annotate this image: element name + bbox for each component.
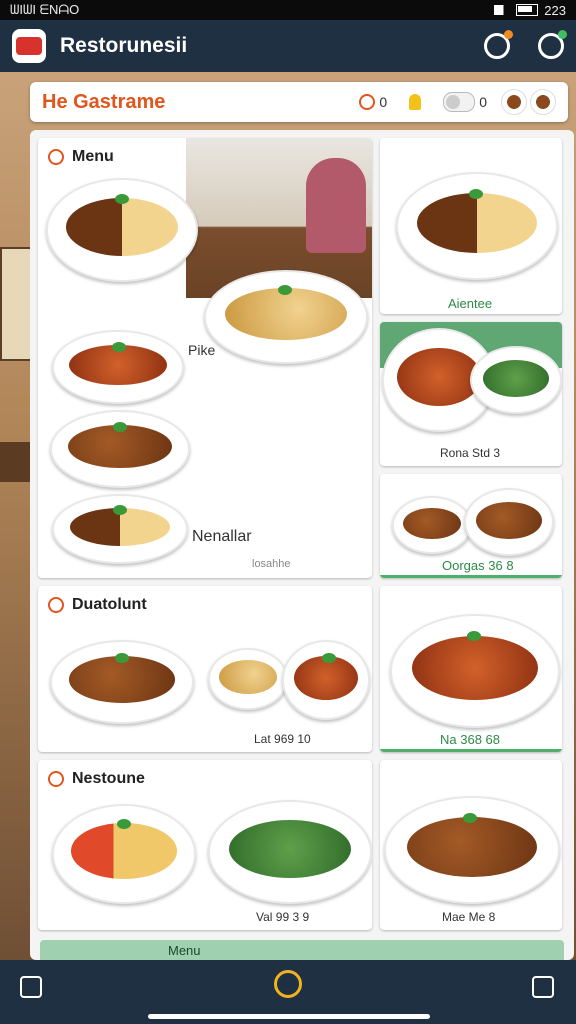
wall-poster: [0, 247, 34, 361]
dish-thumbnail[interactable]: [530, 89, 556, 115]
dish-lentils[interactable]: [50, 640, 194, 724]
dish-kebab[interactable]: [390, 614, 560, 728]
settings-icon[interactable]: [538, 30, 567, 59]
share-icon[interactable]: [532, 976, 554, 998]
dish-bread-veg[interactable]: [208, 800, 372, 904]
dish-curry[interactable]: [50, 410, 190, 488]
status-time: 223: [544, 2, 566, 18]
dish-mushrooms[interactable]: [208, 648, 288, 710]
toggle-switch[interactable]: [443, 92, 476, 112]
status-bar: ᗯIᗯI ᗴNᗩO 223: [0, 0, 576, 20]
center-action-icon[interactable]: [274, 970, 302, 998]
clock-icon: [359, 94, 376, 110]
section2-title: Duatolunt: [72, 596, 147, 613]
menu-icon: [48, 149, 64, 165]
dish-stew[interactable]: [464, 488, 554, 556]
dish-card-sec3[interactable]: Mae Me 8: [380, 760, 562, 930]
timer-icon[interactable]: [484, 30, 513, 59]
dish-sausage[interactable]: [52, 494, 188, 564]
section-card-2[interactable]: Duatolunt Lat 969 10: [38, 586, 372, 752]
menu-title: Menu: [72, 148, 114, 165]
dish-card-low[interactable]: Oorgas 36 8: [380, 474, 562, 578]
dish-chicken[interactable]: [282, 640, 370, 720]
signal-icon: [494, 5, 511, 15]
section-icon: [48, 597, 64, 613]
dish-fish[interactable]: [52, 330, 184, 404]
app-title: Restorunesii: [60, 34, 188, 57]
label-nenalar: Nenallar: [192, 528, 252, 545]
dish-pasta-salad[interactable]: [52, 804, 196, 904]
dish-card-top[interactable]: Aientee: [380, 138, 562, 314]
home-indicator[interactable]: [148, 1014, 430, 1019]
timer-value: 0: [379, 94, 388, 110]
dish-rice-meatballs[interactable]: [396, 172, 558, 280]
table: [0, 442, 30, 482]
dish-card-mid[interactable]: Rona Std 3: [380, 322, 562, 466]
app-logo[interactable]: [12, 29, 46, 63]
bottom-nav: [0, 960, 576, 1024]
battery-icon: [516, 4, 539, 16]
card-accent-bar: [380, 749, 562, 752]
chef-figure: [306, 158, 366, 253]
peek-label: Menu: [168, 943, 201, 958]
card-accent-bar: [380, 575, 562, 578]
section2-caption: Lat 969 10: [254, 732, 311, 746]
dish-noodles[interactable]: [46, 178, 198, 282]
dish-salad[interactable]: [470, 346, 562, 414]
dish-rice[interactable]: [204, 270, 368, 364]
dish-thumbnail[interactable]: [501, 89, 527, 115]
section3-title: Nestoune: [72, 770, 145, 787]
dish-beef-stirfry[interactable]: [384, 796, 560, 904]
dish-beans[interactable]: [392, 496, 472, 554]
menu-panel: Menu Pike Nenallar losahhe Aientee Rona …: [30, 130, 574, 960]
header-title: He Gastrame: [42, 90, 166, 113]
dish-caption-top: Aientee: [448, 296, 493, 311]
label-pike: Pike: [188, 342, 216, 358]
menu-caption: losahhe: [252, 558, 291, 570]
toggle-control[interactable]: 0: [443, 92, 487, 112]
menu-title-row: Menu: [48, 148, 114, 166]
section2-caption-right: Na 368 68: [440, 732, 500, 747]
dish-card-sec2[interactable]: Na 368 68: [380, 586, 562, 752]
header-card: He Gastrame 0 0: [30, 82, 568, 122]
section-icon: [48, 771, 64, 787]
section-card-3[interactable]: Nestoune Val 99 3 9: [38, 760, 372, 930]
dish-caption-mid: Rona Std 3: [440, 446, 501, 460]
section3-caption-right: Mae Me 8: [442, 910, 496, 924]
section3-caption: Val 99 3 9: [256, 910, 310, 924]
status-carrier: ᗯIᗯI ᗴNᗩO: [10, 2, 80, 17]
dish-thumbnails: [501, 89, 556, 115]
section3-title-row: Nestoune: [48, 770, 145, 788]
dish-caption-low: Oorgas 36 8: [442, 558, 514, 573]
section2-title-row: Duatolunt: [48, 596, 147, 614]
bell-icon: [409, 94, 422, 110]
notification-button[interactable]: [409, 94, 422, 110]
home-icon[interactable]: [20, 976, 42, 998]
app-bar: Restorunesii: [0, 20, 576, 72]
menu-card[interactable]: Menu Pike Nenallar losahhe: [38, 138, 372, 578]
next-section-peek[interactable]: Menu: [40, 940, 564, 960]
timer-control[interactable]: 0: [359, 94, 387, 110]
toggle-value: 0: [479, 94, 487, 110]
